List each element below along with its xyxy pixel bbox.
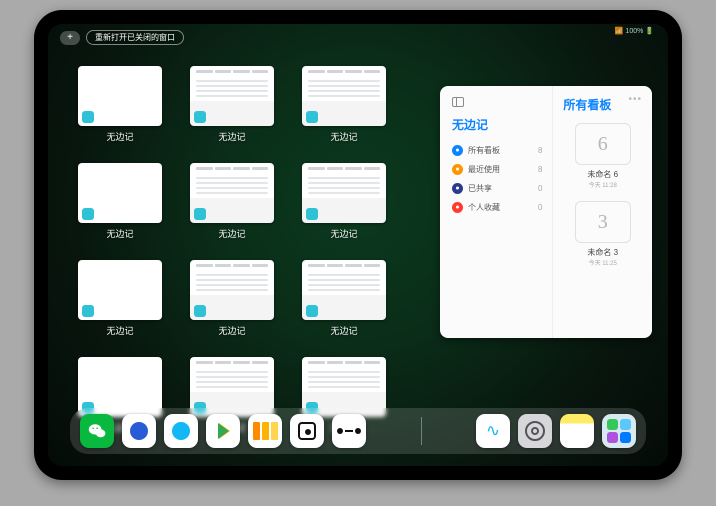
- category-icon: ●: [452, 183, 463, 194]
- window-label: 无边记: [106, 227, 133, 240]
- dock-right: ∿: [476, 414, 636, 448]
- window-thumbnail: [302, 260, 386, 320]
- category-icon: ●: [452, 164, 463, 175]
- window-label: 无边记: [330, 227, 357, 240]
- sidebar-item-label: 个人收藏: [468, 202, 500, 213]
- wechat-icon[interactable]: [80, 414, 114, 448]
- sidebar-item-count: 8: [538, 165, 542, 174]
- window-thumbnail: [302, 66, 386, 126]
- sidebar-item-label: 所有看板: [468, 145, 500, 156]
- screen: 📶 100% 🔋 + 重新打开已关闭的窗口 无边记无边记无边记无边记无边记无边记…: [48, 24, 668, 466]
- board-date: 今天 11:25: [563, 258, 642, 267]
- sidebar-item[interactable]: ● 所有看板 8: [452, 141, 542, 160]
- board-item[interactable]: 3 未命名 3今天 11:25: [563, 201, 642, 267]
- app-window[interactable]: 无边记: [190, 163, 274, 240]
- board-thumbnail: 6: [575, 123, 631, 165]
- app-window[interactable]: 无边记: [302, 260, 386, 337]
- sidebar-title: 无边记: [452, 116, 542, 133]
- freeform-sidebar: 无边记 ● 所有看板 8 ● 最近使用 8 ● 已共享 0 ● 个人收藏 0: [440, 86, 553, 338]
- window-thumbnail: [190, 260, 274, 320]
- window-label: 无边记: [106, 130, 133, 143]
- app-switcher-grid: 无边记无边记无边记无边记无边记无边记无边记无边记无边记无边记无边记无边记: [78, 66, 408, 434]
- window-label: 无边记: [106, 324, 133, 337]
- notes-icon[interactable]: [560, 414, 594, 448]
- sidebar-item-count: 0: [538, 184, 542, 193]
- dock-left: [80, 414, 366, 448]
- category-icon: ●: [452, 145, 463, 156]
- freeform-icon[interactable]: ∿: [476, 414, 510, 448]
- dumbbell-icon[interactable]: [332, 414, 366, 448]
- window-thumbnail: [78, 66, 162, 126]
- board-item[interactable]: 6 未命名 6今天 11:28: [563, 123, 642, 189]
- app-window[interactable]: 无边记: [190, 260, 274, 337]
- category-icon: ●: [452, 202, 463, 213]
- window-thumbnail: [302, 163, 386, 223]
- window-label: 无边记: [218, 324, 245, 337]
- board-thumbnail: 3: [575, 201, 631, 243]
- reopen-closed-window-button[interactable]: 重新打开已关闭的窗口: [86, 30, 184, 45]
- sidebar-item[interactable]: ● 个人收藏 0: [452, 198, 542, 217]
- window-thumbnail: [78, 163, 162, 223]
- app-window[interactable]: 无边记: [302, 163, 386, 240]
- sidebar-toggle-icon[interactable]: [452, 97, 464, 107]
- window-label: 无边记: [330, 130, 357, 143]
- sidebar-item[interactable]: ● 最近使用 8: [452, 160, 542, 179]
- window-thumbnail: [78, 260, 162, 320]
- app-window[interactable]: 无边记: [78, 260, 162, 337]
- freeform-window[interactable]: ••• 无边记 ● 所有看板 8 ● 最近使用 8 ● 已共享 0 ● 个人收藏 0 所有看板 6 未命…: [440, 86, 652, 338]
- books-icon[interactable]: [248, 414, 282, 448]
- top-bar: + 重新打开已关闭的窗口: [60, 30, 184, 45]
- new-window-button[interactable]: +: [60, 31, 80, 45]
- sidebar-item-count: 8: [538, 146, 542, 155]
- app-window[interactable]: 无边记: [190, 66, 274, 143]
- window-thumbnail: [190, 66, 274, 126]
- dice-icon[interactable]: [290, 414, 324, 448]
- sidebar-item-count: 0: [538, 203, 542, 212]
- more-icon[interactable]: •••: [628, 94, 642, 105]
- dock: ∿: [70, 408, 646, 454]
- window-label: 无边记: [218, 130, 245, 143]
- qq-icon[interactable]: [164, 414, 198, 448]
- settings-icon[interactable]: [518, 414, 552, 448]
- board-date: 今天 11:28: [563, 180, 642, 189]
- app-window[interactable]: 无边记: [302, 66, 386, 143]
- tencent-hd-icon[interactable]: [122, 414, 156, 448]
- board-name: 未命名 6: [563, 169, 642, 180]
- ipad-device: 📶 100% 🔋 + 重新打开已关闭的窗口 无边记无边记无边记无边记无边记无边记…: [34, 10, 682, 480]
- board-name: 未命名 3: [563, 247, 642, 258]
- sidebar-item-label: 最近使用: [468, 164, 500, 175]
- app-window[interactable]: 无边记: [78, 163, 162, 240]
- sidebar-item-label: 已共享: [468, 183, 492, 194]
- window-label: 无边记: [330, 324, 357, 337]
- window-thumbnail: [190, 163, 274, 223]
- status-bar: 📶 100% 🔋: [615, 27, 654, 35]
- play-icon[interactable]: [206, 414, 240, 448]
- app-library-icon[interactable]: [602, 414, 636, 448]
- freeform-content: 所有看板 6未命名 6今天 11:283未命名 3今天 11:25: [553, 86, 652, 338]
- sidebar-item[interactable]: ● 已共享 0: [452, 179, 542, 198]
- dock-separator: [421, 417, 422, 445]
- app-window[interactable]: 无边记: [78, 66, 162, 143]
- window-label: 无边记: [218, 227, 245, 240]
